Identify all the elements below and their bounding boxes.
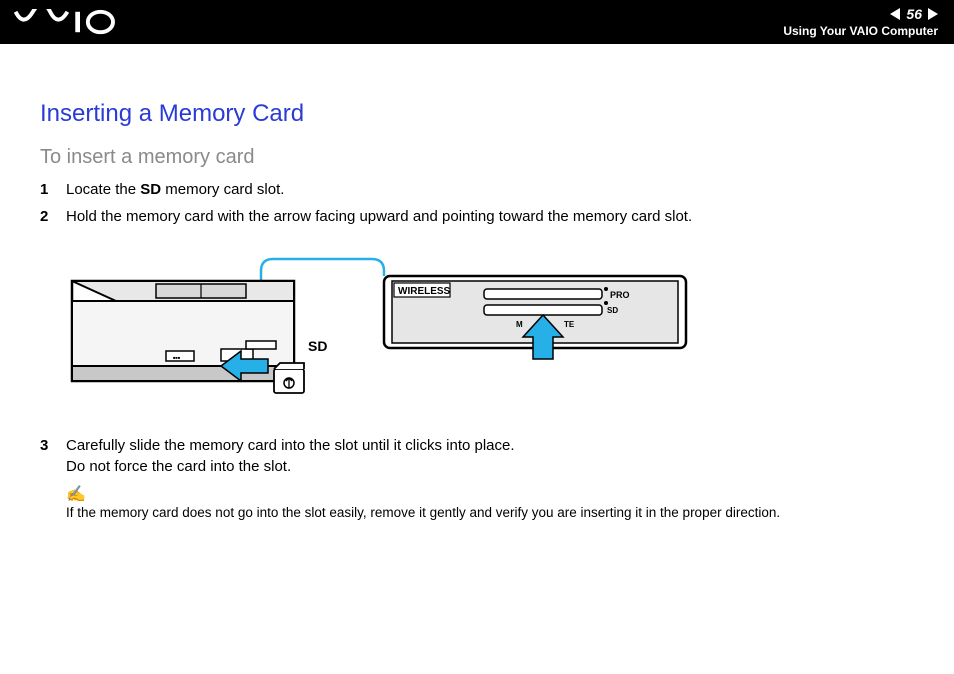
sd-side-label: SD: [308, 338, 327, 354]
wireless-label: WIRELESS: [398, 286, 451, 297]
next-page-icon[interactable]: [928, 8, 938, 20]
mte-label-suffix: TE: [564, 320, 575, 329]
note-text: If the memory card does not go into the …: [66, 505, 914, 520]
prev-page-icon[interactable]: [890, 8, 900, 20]
note: ✍ If the memory card does not go into th…: [66, 487, 914, 520]
note-icon: ✍: [66, 487, 914, 503]
step-number: 3: [40, 435, 66, 477]
step-3: 3 Carefully slide the memory card into t…: [40, 435, 914, 477]
page-nav: 56: [890, 6, 938, 22]
step-1: 1 Locate the SD memory card slot.: [40, 179, 914, 200]
page-title: Inserting a Memory Card: [40, 100, 914, 128]
page-number: 56: [906, 6, 922, 22]
page-subtitle: To insert a memory card: [40, 146, 914, 169]
page-content: Inserting a Memory Card To insert a memo…: [0, 44, 954, 540]
step-text: Locate the SD memory card slot.: [66, 179, 914, 200]
pro-label: PRO: [610, 290, 630, 300]
mte-label: M: [516, 320, 523, 329]
memory-card-diagram: ■■■ SD: [66, 251, 706, 411]
step-text-prefix: Locate the: [66, 181, 140, 198]
sd-front-label: SD: [607, 306, 618, 315]
step-text-suffix: memory card slot.: [161, 181, 284, 198]
step-text-bold: SD: [140, 181, 161, 198]
port-label: ■■■: [173, 355, 181, 360]
header-right: 56 Using Your VAIO Computer: [783, 6, 938, 38]
step-number: 1: [40, 179, 66, 200]
step-2: 2 Hold the memory card with the arrow fa…: [40, 206, 914, 227]
step-text: Hold the memory card with the arrow faci…: [66, 206, 914, 227]
step-text: Carefully slide the memory card into the…: [66, 435, 914, 477]
step-number: 2: [40, 206, 66, 227]
header-bar: 56 Using Your VAIO Computer: [0, 0, 954, 44]
figure: ■■■ SD: [66, 251, 914, 411]
step-text-line2: Do not force the card into the slot.: [66, 458, 291, 475]
vaio-logo: [14, 9, 124, 35]
step-text-prefix: Hold the memory card with the arrow faci…: [66, 208, 692, 225]
breadcrumb: Using Your VAIO Computer: [783, 24, 938, 38]
step-text-prefix: Carefully slide the memory card into the…: [66, 437, 515, 454]
